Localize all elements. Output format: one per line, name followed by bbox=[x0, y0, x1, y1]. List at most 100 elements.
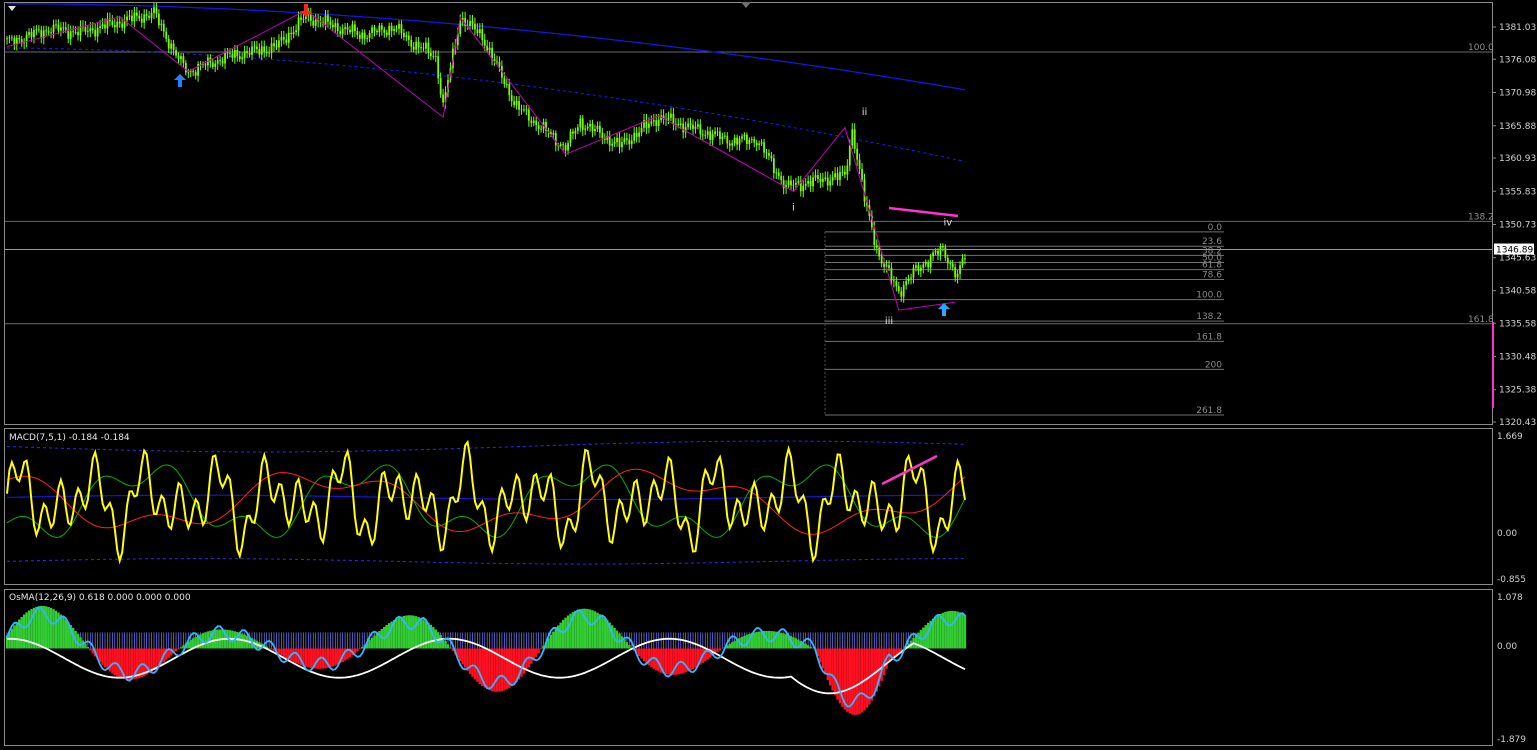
candle-body bbox=[721, 136, 724, 140]
candle-body bbox=[535, 120, 538, 126]
fib-label: 200 bbox=[1205, 360, 1222, 370]
candle-body bbox=[429, 52, 432, 56]
candle-body bbox=[596, 125, 599, 130]
candle-body bbox=[282, 37, 285, 40]
candle-body bbox=[652, 120, 655, 122]
candle-body bbox=[72, 31, 75, 33]
osma-bar bbox=[214, 629, 217, 649]
candle-body bbox=[439, 78, 442, 95]
candle-body bbox=[385, 32, 388, 36]
candle-body bbox=[613, 142, 616, 144]
osma-bar bbox=[537, 648, 540, 654]
candle-body bbox=[961, 258, 964, 266]
candle-body bbox=[910, 277, 912, 279]
candle-body bbox=[949, 263, 952, 265]
candle-body bbox=[483, 39, 486, 46]
candle-body bbox=[667, 117, 670, 120]
osma-bar bbox=[128, 648, 131, 680]
osma-bar bbox=[927, 622, 930, 649]
candle-body bbox=[214, 63, 217, 67]
candle-body bbox=[679, 123, 682, 125]
osma-bar bbox=[640, 648, 643, 659]
candle-body bbox=[407, 35, 410, 40]
candle-body bbox=[99, 26, 101, 29]
candle-body bbox=[917, 265, 920, 271]
candle-body bbox=[150, 12, 153, 18]
candle-body bbox=[104, 24, 106, 29]
current-price-label: 1346.89 bbox=[1496, 246, 1533, 256]
candle-body bbox=[687, 123, 689, 128]
price-axis-label: 1370.98 bbox=[1499, 89, 1536, 99]
fib-label: 100.0 bbox=[1196, 291, 1222, 301]
osma-bar bbox=[407, 615, 410, 649]
price-axis-label: 1335.58 bbox=[1499, 319, 1536, 329]
candle-body bbox=[140, 18, 143, 23]
osma-bar bbox=[934, 616, 937, 649]
osma-bar bbox=[586, 608, 589, 649]
osma-bar bbox=[637, 648, 641, 657]
candle-body bbox=[897, 286, 900, 292]
candle-body bbox=[52, 24, 55, 33]
candle-body bbox=[635, 133, 638, 137]
candle-body bbox=[670, 113, 672, 118]
osma-bar bbox=[682, 648, 685, 674]
candle-body bbox=[932, 252, 934, 257]
candle-body bbox=[893, 280, 895, 282]
osma-bar bbox=[755, 631, 758, 649]
osma-bar bbox=[780, 632, 783, 649]
osma-bar bbox=[145, 648, 148, 675]
candle-body bbox=[628, 139, 631, 145]
osma-bar bbox=[189, 639, 192, 649]
osma-bar bbox=[694, 648, 697, 668]
candle-body bbox=[657, 120, 660, 126]
candle-body bbox=[241, 57, 244, 60]
candle-body bbox=[358, 34, 361, 39]
osma-bar bbox=[89, 648, 92, 651]
candle-body bbox=[741, 136, 743, 139]
candle-body bbox=[84, 27, 87, 32]
candle-body bbox=[253, 46, 256, 48]
osma-bar bbox=[549, 634, 553, 649]
candle-body bbox=[131, 15, 133, 22]
candle-body bbox=[91, 28, 94, 30]
candle-body bbox=[787, 180, 790, 185]
candle-body bbox=[523, 109, 525, 111]
candle-body bbox=[738, 138, 741, 145]
osma-bar bbox=[946, 611, 949, 649]
osma-bar bbox=[664, 648, 668, 675]
candle-body bbox=[415, 41, 418, 50]
candle-body bbox=[437, 56, 440, 79]
candle-body bbox=[312, 20, 315, 26]
candle-body bbox=[376, 30, 378, 33]
osma-bar bbox=[728, 643, 731, 649]
candle-body bbox=[934, 250, 937, 253]
candle-body bbox=[692, 124, 694, 129]
candle-body bbox=[505, 84, 508, 85]
candle-body bbox=[224, 52, 226, 64]
candle-body bbox=[314, 19, 317, 26]
osma-bar bbox=[684, 648, 687, 673]
candle-body bbox=[728, 143, 731, 146]
candle-body bbox=[275, 46, 278, 48]
candle-body bbox=[361, 32, 364, 39]
candle-body bbox=[525, 109, 528, 111]
candle-body bbox=[143, 14, 146, 23]
candle-body bbox=[625, 138, 628, 140]
osma-bar bbox=[174, 648, 178, 652]
osma-bar bbox=[826, 648, 829, 681]
candle-body bbox=[189, 71, 192, 73]
candle-body bbox=[45, 30, 48, 32]
osma-bar bbox=[98, 648, 102, 663]
candle-body bbox=[442, 94, 444, 103]
candle-body bbox=[28, 32, 30, 35]
trading-chart[interactable]: iiiiviii 0.023.638.250.061.878.6100.0138… bbox=[0, 0, 1537, 750]
osma-bar bbox=[642, 648, 646, 661]
candle-body bbox=[819, 178, 822, 182]
candle-body bbox=[944, 247, 947, 258]
candle-body bbox=[954, 267, 957, 278]
osma-bar bbox=[294, 648, 298, 664]
candle-body bbox=[848, 145, 851, 166]
candle-body bbox=[951, 263, 954, 268]
candle-body bbox=[922, 264, 925, 268]
candle-body bbox=[18, 37, 21, 40]
